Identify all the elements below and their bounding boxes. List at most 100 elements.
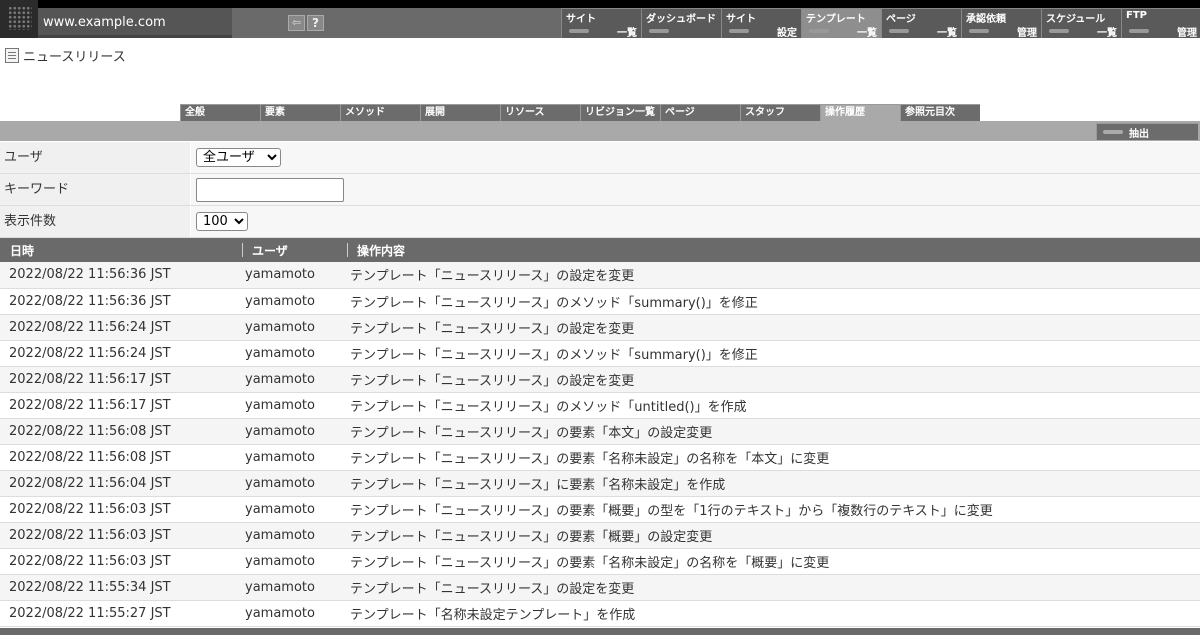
cell-datetime: 2022/08/22 11:56:03 JST: [0, 496, 242, 523]
nav-indicator-icon: [1049, 29, 1069, 33]
nav-site-settings[interactable]: サイト 設定: [721, 8, 801, 39]
nav-indicator-icon: [889, 29, 909, 33]
cell-user: yamamoto: [242, 444, 347, 471]
cell-operation: テンプレート「ニュースリリース」の設定を変更: [347, 262, 1200, 289]
cell-user: yamamoto: [242, 288, 347, 315]
nav-ftp-management[interactable]: FTP 管理: [1121, 8, 1200, 39]
column-separator: [347, 243, 348, 257]
site-url-box[interactable]: www.example.com: [38, 8, 232, 38]
tab-deploy[interactable]: 展開: [420, 104, 500, 121]
table-row: 2022/08/22 11:56:24 JST yamamoto テンプレート「ニュ…: [0, 340, 1200, 367]
tab-revisions[interactable]: リビジョン一覧: [580, 104, 660, 121]
nav-indicator-icon: [569, 29, 589, 33]
nav-indicator-icon: [969, 29, 989, 33]
tab-methods[interactable]: メソッド: [340, 104, 420, 121]
extract-button[interactable]: 抽出: [1096, 123, 1198, 140]
filter-row-count: 表示件数 100: [0, 206, 1200, 238]
cell-datetime: 2022/08/22 11:56:36 JST: [0, 288, 242, 315]
cell-datetime: 2022/08/22 11:56:04 JST: [0, 470, 242, 497]
cell-user: yamamoto: [242, 340, 347, 367]
help-button[interactable]: ?: [307, 15, 324, 31]
button-indicator-icon: [1103, 130, 1123, 134]
column-header-operation[interactable]: 操作内容: [347, 238, 1200, 262]
cell-user: yamamoto: [242, 392, 347, 419]
tab-resources[interactable]: リソース: [500, 104, 580, 121]
nav-dashboard[interactable]: ダッシュボード: [641, 8, 721, 38]
nav-approval-management[interactable]: 承認依頼 管理: [961, 8, 1041, 39]
table-row: 2022/08/22 11:56:03 JST yamamoto テンプレート「ニュ…: [0, 548, 1200, 575]
cell-datetime: 2022/08/22 11:56:17 JST: [0, 392, 242, 419]
column-header-user-label: ユーザ: [252, 243, 288, 258]
tab-elements[interactable]: 要素: [260, 104, 340, 121]
nav-label-top: ページ: [886, 14, 916, 25]
cell-operation: テンプレート「ニュースリリース」の要素「概要」の型を「1行のテキスト」から「複数…: [347, 496, 1200, 523]
cell-datetime: 2022/08/22 11:56:08 JST: [0, 444, 242, 471]
cell-operation: テンプレート「ニュースリリース」の設定を変更: [347, 366, 1200, 393]
nav-label-bottom: 管理: [1177, 28, 1197, 39]
user-select[interactable]: 全ユーザ: [196, 148, 281, 167]
table-row: 2022/08/22 11:56:08 JST yamamoto テンプレート「ニュ…: [0, 444, 1200, 471]
keyword-filter-cell: [191, 174, 1200, 205]
cell-user: yamamoto: [242, 522, 347, 549]
cell-operation: テンプレート「ニュースリリース」のメソッド「summary()」を修正: [347, 340, 1200, 367]
count-filter-cell: 100: [191, 206, 1200, 237]
user-filter-cell: 全ユーザ: [191, 142, 1200, 173]
nav-label-bottom: 設定: [777, 28, 797, 39]
nav-label-top: サイト: [726, 14, 756, 25]
nav-label-top: ダッシュボード: [646, 14, 716, 25]
cell-datetime: 2022/08/22 11:56:08 JST: [0, 418, 242, 445]
header-top-strip: [0, 0, 1200, 8]
nav-site-list[interactable]: サイト 一覧: [561, 8, 641, 39]
cell-datetime: 2022/08/22 11:56:24 JST: [0, 340, 242, 367]
nav-label-bottom: 管理: [1017, 28, 1037, 39]
cell-datetime: 2022/08/22 11:56:03 JST: [0, 522, 242, 549]
nav-schedule-list[interactable]: スケジュール 一覧: [1041, 8, 1121, 39]
table-row: 2022/08/22 11:55:34 JST yamamoto テンプレート「ニュ…: [0, 574, 1200, 601]
cell-operation: テンプレート「ニュースリリース」のメソッド「untitled()」を作成: [347, 392, 1200, 419]
toolbar: 抽出: [0, 121, 1200, 141]
cell-operation: テンプレート「ニュースリリース」の要素「本文」の設定変更: [347, 418, 1200, 445]
cell-datetime: 2022/08/22 11:56:36 JST: [0, 262, 242, 289]
cell-user: yamamoto: [242, 548, 347, 575]
nav-label-top: スケジュール: [1046, 14, 1106, 25]
nav-indicator-icon: [649, 29, 669, 33]
cell-operation: テンプレート「ニュースリリース」の要素「名称未設定」の名称を「本文」に変更: [347, 444, 1200, 471]
table-header-row: 日時 ユーザ 操作内容: [0, 238, 1200, 262]
cell-user: yamamoto: [242, 470, 347, 497]
logo[interactable]: [0, 0, 38, 38]
cell-operation: テンプレート「ニュースリリース」の要素「名称未設定」の名称を「概要」に変更: [347, 548, 1200, 575]
cell-user: yamamoto: [242, 262, 347, 289]
nav-template-list[interactable]: テンプレート 一覧: [801, 8, 881, 39]
table-row: 2022/08/22 11:56:36 JST yamamoto テンプレート「ニュ…: [0, 288, 1200, 315]
cell-user: yamamoto: [242, 418, 347, 445]
cell-operation: テンプレート「ニュースリリース」の設定を変更: [347, 314, 1200, 341]
table-row: 2022/08/22 11:56:17 JST yamamoto テンプレート「ニュ…: [0, 392, 1200, 419]
table-row: 2022/08/22 11:56:08 JST yamamoto テンプレート「ニュ…: [0, 418, 1200, 445]
user-filter-label: ユーザ: [0, 142, 190, 173]
cell-operation: テンプレート「ニュースリリース」のメソッド「summary()」を修正: [347, 288, 1200, 315]
filter-form: ユーザ 全ユーザ キーワード 表示件数 100: [0, 142, 1200, 238]
tab-general[interactable]: 全般: [180, 104, 260, 121]
tab-pages[interactable]: ページ: [660, 104, 740, 121]
count-filter-label: 表示件数: [0, 206, 190, 237]
tab-reference-index[interactable]: 参照元目次: [900, 104, 980, 121]
back-arrow-icon[interactable]: ⇦: [288, 15, 305, 31]
keyword-filter-label: キーワード: [0, 174, 190, 205]
tab-operation-history[interactable]: 操作履歴: [820, 104, 900, 121]
page-title: ニュースリリース: [5, 46, 126, 65]
count-select[interactable]: 100: [196, 212, 248, 231]
cell-user: yamamoto: [242, 496, 347, 523]
table-row: 2022/08/22 11:56:24 JST yamamoto テンプレート「ニュ…: [0, 314, 1200, 341]
nav-page-list[interactable]: ページ 一覧: [881, 8, 961, 39]
cell-datetime: 2022/08/22 11:55:27 JST: [0, 600, 242, 627]
column-header-datetime[interactable]: 日時: [0, 238, 242, 262]
nav-label-top: FTP: [1126, 10, 1147, 21]
footer-bar: [0, 628, 1200, 635]
operation-history-table: 日時 ユーザ 操作内容 2022/08/22 11:56:36 JST yamam…: [0, 238, 1200, 627]
nav-indicator-icon: [1129, 29, 1149, 33]
column-header-user[interactable]: ユーザ: [242, 238, 347, 262]
tab-staff[interactable]: スタッフ: [740, 104, 820, 121]
nav-label-bottom: 一覧: [937, 28, 957, 39]
keyword-input[interactable]: [196, 178, 344, 202]
nav-label-bottom: 一覧: [857, 28, 877, 39]
